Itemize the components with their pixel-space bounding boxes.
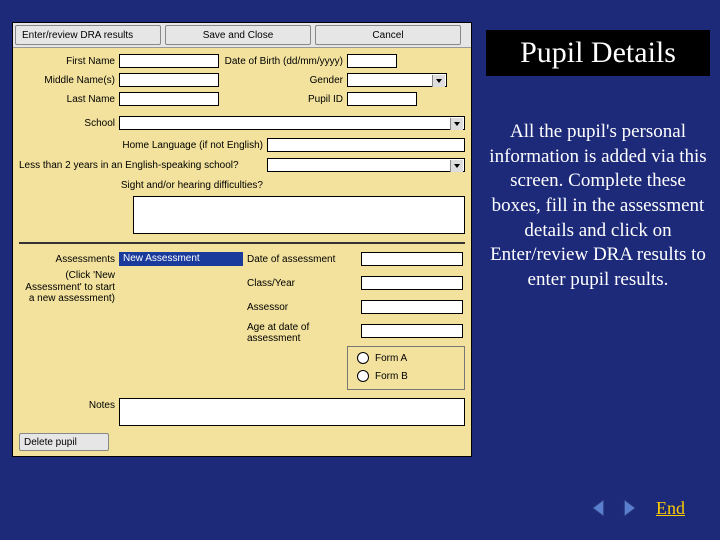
prev-slide-button[interactable]: [588, 496, 612, 520]
end-link[interactable]: End: [656, 498, 685, 519]
form-b-radio[interactable]: Form B: [357, 370, 408, 382]
label-home-lang: Home Language (if not English): [73, 140, 263, 151]
dob-field[interactable]: [347, 54, 397, 68]
assessor-field[interactable]: [361, 300, 463, 314]
lt2y-select[interactable]: [267, 158, 465, 172]
form-a-radio[interactable]: Form A: [357, 352, 407, 364]
label-lt2y: Less than 2 years in an English-speaking…: [19, 160, 263, 171]
page-description: All the pupil's personal information is …: [486, 120, 710, 293]
date-assess-field[interactable]: [361, 252, 463, 266]
label-click-hint: (Click 'New Assessment' to start a new a…: [19, 270, 115, 305]
page-title: Pupil Details: [486, 30, 710, 76]
label-form-b: Form B: [375, 371, 408, 382]
slide-nav: End: [588, 496, 685, 520]
next-slide-button[interactable]: [616, 496, 640, 520]
section-divider: [19, 242, 465, 244]
assessment-list-item[interactable]: New Assessment: [119, 252, 243, 266]
label-sight: Sight and/or hearing difficulties?: [19, 180, 263, 191]
label-date-assess: Date of assessment: [247, 254, 357, 265]
label-dob: Date of Birth (dd/mm/yyyy): [223, 56, 343, 67]
last-name-field[interactable]: [119, 92, 219, 106]
toolbar: Enter/review DRA results Save and Close …: [13, 23, 471, 48]
label-assessor: Assessor: [247, 302, 357, 313]
label-notes: Notes: [19, 400, 115, 411]
age-at-field[interactable]: [361, 324, 463, 338]
label-assessments: Assessments: [19, 254, 115, 265]
label-age-at: Age at date of assessment: [247, 322, 357, 344]
label-last-name: Last Name: [19, 94, 115, 105]
arrow-left-icon: [589, 497, 611, 519]
arrow-right-icon: [617, 497, 639, 519]
pupil-id-field[interactable]: [347, 92, 417, 106]
label-middle-names: Middle Name(s): [19, 75, 115, 86]
save-close-button[interactable]: Save and Close: [165, 25, 311, 45]
form-area: First Name Date of Birth (dd/mm/yyyy) Mi…: [13, 48, 471, 457]
enter-review-button[interactable]: Enter/review DRA results: [15, 25, 161, 45]
first-name-field[interactable]: [119, 54, 219, 68]
pupil-details-window: Enter/review DRA results Save and Close …: [12, 22, 472, 457]
middle-names-field[interactable]: [119, 73, 219, 87]
class-year-field[interactable]: [361, 276, 463, 290]
gender-select[interactable]: [347, 73, 447, 87]
label-first-name: First Name: [19, 56, 115, 67]
label-gender: Gender: [273, 75, 343, 86]
delete-pupil-button[interactable]: Delete pupil: [19, 433, 109, 451]
sight-textarea[interactable]: [133, 196, 465, 234]
radio-dot-icon: [357, 352, 369, 364]
cancel-button[interactable]: Cancel: [315, 25, 461, 45]
school-select[interactable]: [119, 116, 465, 130]
radio-dot-icon: [357, 370, 369, 382]
label-class-year: Class/Year: [247, 278, 357, 289]
notes-textarea[interactable]: [119, 398, 465, 426]
home-lang-field[interactable]: [267, 138, 465, 152]
label-school: School: [19, 118, 115, 129]
label-form-a: Form A: [375, 353, 407, 364]
label-pupil-id: Pupil ID: [273, 94, 343, 105]
